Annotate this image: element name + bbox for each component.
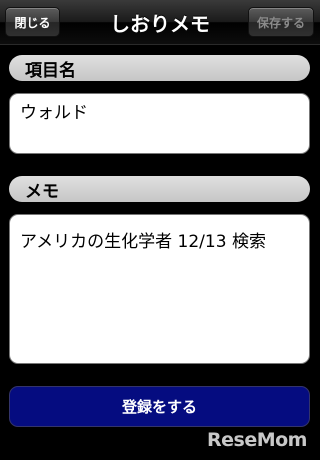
memo-field[interactable]: アメリカの生化学者 12/13 検索	[9, 214, 310, 364]
close-button[interactable]: 閉じる	[5, 7, 60, 37]
page-title: しおりメモ	[110, 11, 210, 36]
item-name-label: 項目名	[9, 55, 310, 81]
memo-label: メモ	[9, 176, 310, 202]
register-button[interactable]: 登録をする	[9, 386, 310, 427]
resemom-logo-icon: ReseMom	[207, 429, 307, 451]
item-name-field[interactable]: ウォルド	[9, 93, 310, 154]
save-button[interactable]: 保存する	[248, 7, 314, 37]
watermark-logo: ReseMom	[205, 424, 317, 454]
navigation-bar: 閉じる しおりメモ 保存する	[0, 0, 320, 45]
svg-text:ReseMom: ReseMom	[207, 429, 307, 451]
